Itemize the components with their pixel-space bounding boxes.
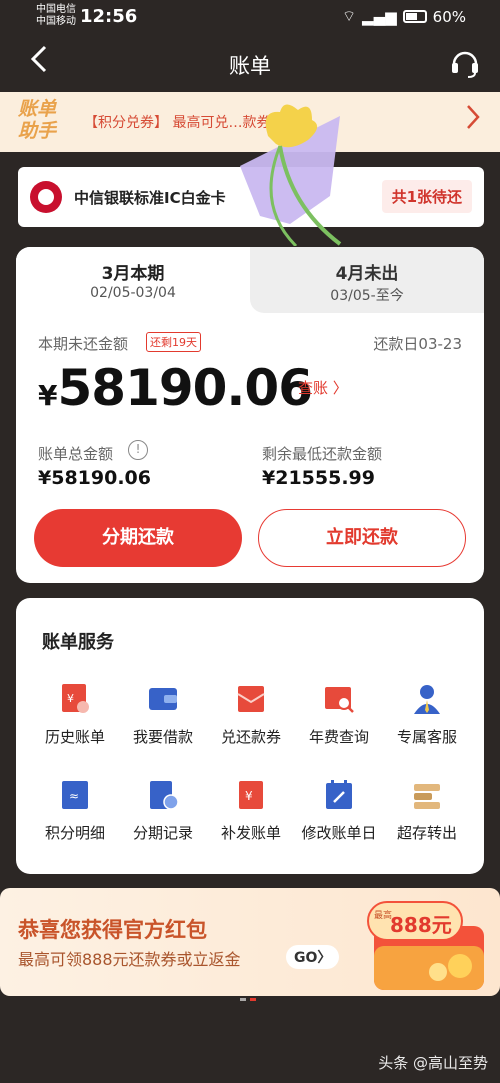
red-packet-banner[interactable]: 恭喜您获得官方红包 最高可领888元还款券或立返金 GO〉 最高 888元	[0, 888, 500, 996]
bill-assistant-logo: 账单 助手	[18, 98, 57, 142]
svg-text:¥: ¥	[245, 789, 253, 803]
tab-next-period[interactable]: 4月未出 03/05-至今	[250, 247, 484, 313]
service-transfer-out[interactable]: 超存转出	[382, 778, 472, 848]
tab-range: 02/05-03/04	[90, 285, 176, 301]
watermark: 头条 @高山至势	[378, 1054, 488, 1072]
service-label: 分期记录	[132, 824, 193, 842]
status-bar: 中国电信 中国移动 12:56 ⌔ ▂▄▆ 60%	[0, 0, 500, 34]
service-label: 积分明细	[44, 824, 105, 842]
amount-value: 58190.06	[57, 359, 313, 417]
transfer-out-icon	[414, 784, 440, 809]
unpaid-label: 本期未还金额	[38, 335, 129, 353]
installment-button[interactable]: 分期还款	[34, 509, 242, 567]
service-label: 年费查询	[308, 728, 369, 746]
wallet-icon	[149, 688, 177, 710]
service-label: 兑还款券	[220, 728, 281, 746]
pending-cards-badge[interactable]: 共1张待还	[381, 180, 472, 213]
installment-record-icon	[150, 781, 179, 810]
service-label: 专属客服	[396, 728, 457, 746]
calendar-edit-icon	[326, 780, 352, 809]
repay-now-button[interactable]: 立即还款	[258, 509, 466, 567]
carousel-dot-active	[250, 998, 256, 1001]
nav-bar: 账单	[0, 36, 500, 90]
total-amount-label: 账单总金额	[38, 445, 114, 463]
service-label: 补发账单	[220, 824, 281, 842]
tab-title: 3月本期	[101, 264, 165, 284]
page-title: 账单	[229, 54, 271, 78]
carousel-indicator	[240, 986, 264, 1001]
banner-title: 恭喜您获得官方红包	[18, 918, 207, 942]
flower-sticker-icon	[240, 104, 342, 246]
clock: 12:56	[80, 6, 138, 27]
service-annual-fee[interactable]: 年费查询	[294, 682, 384, 752]
reissue-bill-icon: ¥	[239, 781, 263, 809]
days-left-badge: 还剩19天	[146, 332, 201, 352]
wifi-icon: ⌔	[341, 7, 357, 25]
total-amount-value: ¥58190.06	[38, 467, 151, 489]
tab-range: 03/05-至今	[330, 288, 404, 304]
carrier-bottom: 中国移动	[36, 16, 76, 27]
service-borrow[interactable]: 我要借款	[118, 682, 208, 752]
service-label: 我要借款	[132, 728, 193, 746]
info-icon[interactable]: !	[128, 440, 148, 460]
service-coupon[interactable]: 兑还款券	[206, 682, 296, 752]
service-history-bill[interactable]: ¥ 历史账单	[30, 682, 120, 752]
service-reissue-bill[interactable]: ¥ 补发账单	[206, 778, 296, 848]
customer-service-icon	[414, 685, 440, 714]
bill-tabs: 3月本期 02/05-03/04 4月未出 03/05-至今	[16, 247, 484, 313]
currency-symbol: ¥	[38, 379, 58, 412]
service-points[interactable]: ≈ 积分明细	[30, 778, 120, 848]
svg-text:888元: 888元	[390, 913, 452, 937]
chevron-right-icon[interactable]	[466, 104, 480, 137]
service-label: 超存转出	[396, 824, 457, 842]
unpaid-amount: ¥58190.06	[38, 359, 313, 417]
tab-current-period[interactable]: 3月本期 02/05-03/04	[16, 247, 250, 313]
service-label: 历史账单	[44, 728, 105, 746]
status-icons: ⌔ ▂▄▆ 60%	[342, 7, 466, 26]
headset-icon[interactable]	[448, 46, 482, 80]
due-date: 还款日03-23	[373, 335, 462, 353]
carrier-info: 中国电信 中国移动	[36, 4, 76, 28]
svg-text:¥: ¥	[67, 692, 74, 705]
signal-icon: ▂▄▆	[362, 7, 397, 26]
view-bill-link[interactable]: 查账 〉	[298, 377, 348, 398]
history-bill-icon: ¥	[62, 684, 89, 713]
service-installment-record[interactable]: 分期记录	[118, 778, 208, 848]
bill-card: 3月本期 02/05-03/04 4月未出 03/05-至今 本期未还金额 还剩…	[16, 247, 484, 583]
points-detail-icon: ≈	[62, 781, 88, 809]
service-label: 修改账单日	[301, 824, 377, 842]
coupon-icon	[237, 686, 265, 712]
go-button[interactable]: GO〉	[286, 945, 340, 969]
red-packet-gift-icon: 最高 888元	[367, 901, 484, 990]
min-payment-label: 剩余最低还款金额	[262, 445, 383, 463]
carrier-top: 中国电信	[36, 4, 76, 15]
tab-title: 4月未出	[335, 264, 399, 284]
service-customer[interactable]: 专属客服	[382, 682, 472, 752]
carousel-dot	[240, 998, 246, 1001]
min-payment-value: ¥21555.99	[262, 467, 375, 489]
banner-subtitle: 最高可领888元还款券或立返金	[18, 950, 241, 969]
battery-icon	[402, 10, 427, 23]
bill-services-panel: 账单服务 ¥ 历史账单 我要借款 兑还款券 年费查询 专属客服 ≈ 积分明细 分…	[16, 598, 484, 874]
section-title: 账单服务	[42, 632, 114, 653]
card-name: 中信银联标准IC白金卡	[74, 189, 226, 207]
service-edit-bill-date[interactable]: 修改账单日	[294, 778, 384, 848]
citic-bank-logo-icon	[30, 181, 62, 213]
battery-percent: 60%	[432, 7, 466, 26]
annual-fee-search-icon	[325, 687, 354, 713]
svg-text:≈: ≈	[69, 789, 79, 803]
